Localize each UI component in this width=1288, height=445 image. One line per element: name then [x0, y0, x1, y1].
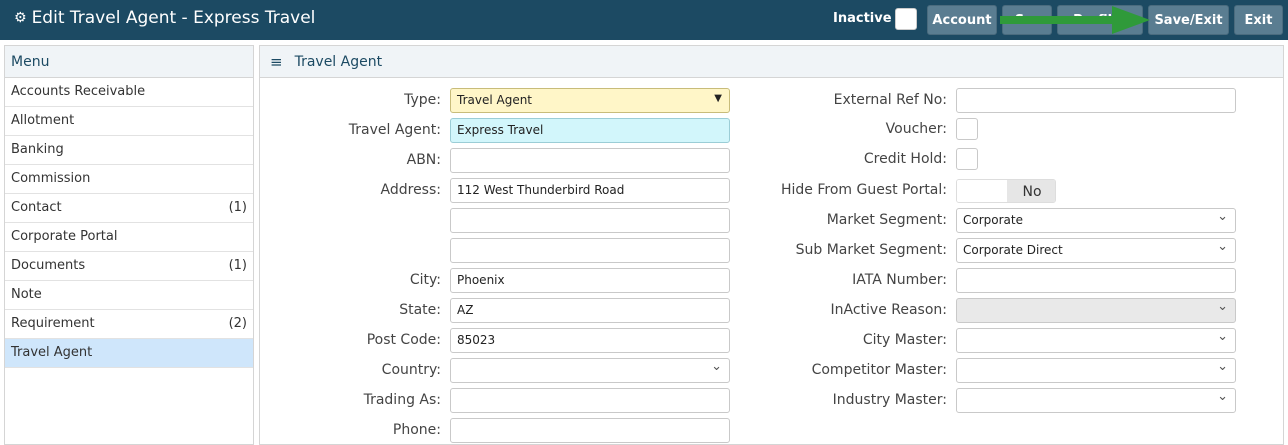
sidebar-item-accounts-receivable[interactable]: Accounts Receivable	[5, 78, 253, 107]
type-select[interactable]: Travel Agent ▼	[450, 88, 730, 113]
sidebar-item-label: Travel Agent	[11, 345, 93, 360]
sidebar-item-label: Banking	[11, 142, 64, 157]
inactive-checkbox[interactable]	[895, 8, 917, 30]
credit-hold-label: Credit Hold:	[863, 151, 947, 167]
top-bar: ⚙ Edit Travel Agent - Express Travel Ina…	[0, 0, 1288, 40]
sidebar-item-count: (2)	[228, 316, 247, 331]
panel-title: Travel Agent	[294, 53, 383, 70]
sidebar-item-count: (1)	[228, 258, 247, 273]
trading-as-input[interactable]	[450, 388, 730, 413]
abn-label: ABN:	[406, 152, 441, 168]
hide-guest-portal-toggle[interactable]: No	[956, 179, 1056, 203]
country-select[interactable]	[450, 358, 730, 383]
hamburger-icon[interactable]: ≡	[270, 53, 283, 71]
sub-market-segment-select[interactable]: Corporate Direct	[956, 238, 1236, 263]
external-ref-label: External Ref No:	[833, 92, 947, 108]
sidebar-item-commission[interactable]: Commission	[5, 165, 253, 194]
sidebar-item-corporate-portal[interactable]: Corporate Portal	[5, 223, 253, 252]
state-label: State:	[399, 302, 441, 318]
sidebar-item-label: Allotment	[11, 113, 75, 128]
market-segment-label: Market Segment:	[826, 212, 947, 228]
industry-master-select[interactable]	[956, 388, 1236, 413]
address-line2-input[interactable]	[450, 208, 730, 233]
voucher-checkbox[interactable]	[956, 118, 978, 140]
sidebar-item-label: Note	[11, 287, 42, 302]
toggle-off-area	[957, 180, 1007, 202]
travel-agent-input[interactable]: Express Travel	[450, 118, 730, 143]
sidebar-item-count: (1)	[228, 200, 247, 215]
competitor-master-select[interactable]	[956, 358, 1236, 383]
sidebar-item-label: Commission	[11, 171, 91, 186]
type-label: Type:	[404, 92, 441, 108]
market-segment-select[interactable]: Corporate	[956, 208, 1236, 233]
state-input[interactable]: AZ	[450, 298, 730, 323]
dropdown-triangle-icon: ▼	[714, 93, 722, 104]
sidebar-item-documents[interactable]: Documents (1)	[5, 252, 253, 281]
sidebar-item-label: Corporate Portal	[11, 229, 118, 244]
inactive-label: Inactive	[833, 11, 892, 26]
gears-icon: ⚙	[14, 10, 27, 26]
sidebar-item-label: Contact	[11, 200, 62, 215]
sidebar-menu: Menu Accounts Receivable Allotment Banki…	[4, 45, 254, 445]
phone-label: Phone:	[392, 422, 441, 438]
address-line3-input[interactable]	[450, 238, 730, 263]
country-label: Country:	[381, 362, 441, 378]
toggle-value: No	[1007, 180, 1055, 202]
page-title: ⚙ Edit Travel Agent - Express Travel	[14, 8, 315, 28]
sidebar-item-contact[interactable]: Contact (1)	[5, 194, 253, 223]
green-arrow-annotation	[1000, 6, 1150, 34]
account-button[interactable]: Account	[927, 5, 997, 35]
exit-button[interactable]: Exit	[1234, 5, 1283, 35]
competitor-master-label: Competitor Master:	[811, 362, 947, 378]
page-title-text: Edit Travel Agent - Express Travel	[31, 8, 316, 28]
voucher-label: Voucher:	[885, 121, 947, 137]
sidebar-item-note[interactable]: Note	[5, 281, 253, 310]
sub-market-segment-label: Sub Market Segment:	[795, 242, 947, 258]
travel-agent-label: Travel Agent:	[348, 122, 441, 138]
inactive-reason-select[interactable]	[956, 298, 1236, 323]
address-label: Address:	[380, 182, 441, 198]
city-master-select[interactable]	[956, 328, 1236, 353]
address-line1-input[interactable]: 112 West Thunderbird Road	[450, 178, 730, 203]
sidebar-item-travel-agent[interactable]: Travel Agent	[5, 339, 253, 368]
iata-number-label: IATA Number:	[852, 272, 947, 288]
save-exit-button[interactable]: Save/Exit	[1148, 5, 1229, 35]
city-input[interactable]: Phoenix	[450, 268, 730, 293]
post-code-label: Post Code:	[366, 332, 441, 348]
panel-header: ≡ Travel Agent	[260, 46, 1283, 78]
city-master-label: City Master:	[862, 332, 947, 348]
iata-number-input[interactable]	[956, 268, 1236, 293]
post-code-input[interactable]: 85023	[450, 328, 730, 353]
industry-master-label: Industry Master:	[832, 392, 947, 408]
sidebar-item-label: Requirement	[11, 316, 95, 331]
hide-guest-portal-label: Hide From Guest Portal:	[780, 182, 947, 198]
sidebar-header: Menu	[5, 46, 253, 78]
sidebar-item-allotment[interactable]: Allotment	[5, 107, 253, 136]
city-label: City:	[409, 272, 441, 288]
sidebar-item-label: Accounts Receivable	[11, 84, 146, 99]
external-ref-input[interactable]	[956, 88, 1236, 113]
type-value: Travel Agent	[457, 93, 533, 107]
trading-as-label: Trading As:	[363, 392, 441, 408]
sidebar-item-banking[interactable]: Banking	[5, 136, 253, 165]
sidebar-item-requirement[interactable]: Requirement (2)	[5, 310, 253, 339]
phone-input[interactable]	[450, 418, 730, 443]
abn-input[interactable]	[450, 148, 730, 173]
credit-hold-checkbox[interactable]	[956, 148, 978, 170]
inactive-reason-label: InActive Reason:	[830, 302, 948, 318]
sidebar-item-label: Documents	[11, 258, 86, 273]
